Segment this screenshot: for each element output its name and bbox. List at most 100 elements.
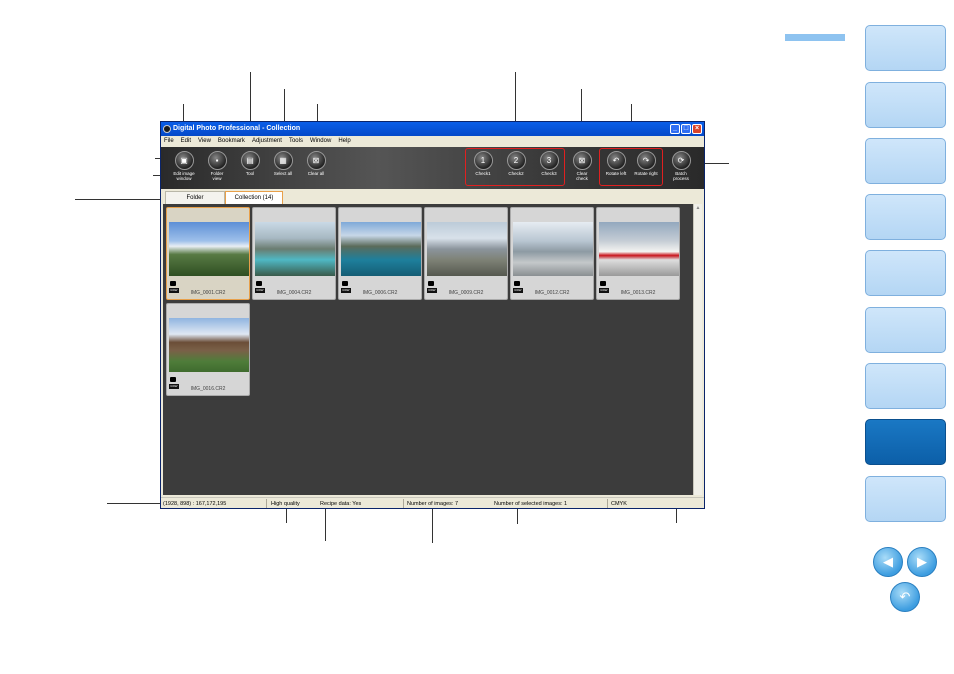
- annotation-line: [286, 507, 287, 523]
- status-num-selected: Number of selected images: 1: [494, 501, 568, 507]
- thumbnail-filename: IMG_0001.CR2: [190, 290, 226, 296]
- clear-all-icon: ⊠: [306, 151, 326, 170]
- thumbnail-filename: IMG_0006.CR2: [362, 290, 398, 296]
- nav-tab-1[interactable]: [865, 25, 946, 71]
- camera-icon: [600, 281, 606, 286]
- nav-tab-2[interactable]: [865, 82, 946, 128]
- status-recipe: Recipe data: Yes: [320, 501, 362, 507]
- batch-process-button[interactable]: ⟳ Batch process: [665, 151, 697, 187]
- next-page-icon[interactable]: ▶: [907, 547, 937, 577]
- camera-icon: [514, 281, 520, 286]
- minimize-button[interactable]: _: [670, 124, 680, 134]
- camera-icon: [428, 281, 434, 286]
- status-num-images: Number of images: 7: [407, 501, 459, 507]
- menu-window[interactable]: Window: [310, 136, 331, 147]
- annotation-line: [432, 507, 433, 543]
- nav-tab-9[interactable]: [865, 476, 946, 522]
- status-bar: (1928, 898) : 167,172,195 High quality R…: [161, 497, 704, 508]
- thumbnail-filename: IMG_0013.CR2: [620, 290, 656, 296]
- vertical-scrollbar[interactable]: ▲: [693, 204, 702, 495]
- thumbnail-filename: IMG_0009.CR2: [448, 290, 484, 296]
- annotation-line: [75, 199, 168, 200]
- rotate-right-button[interactable]: ↷ Rotate right: [630, 151, 662, 187]
- nav-tab-5[interactable]: [865, 250, 946, 296]
- nav-tab-8-active[interactable]: [865, 419, 946, 465]
- check2-button[interactable]: 2 Check2: [500, 151, 532, 187]
- menu-tools[interactable]: Tools: [289, 136, 303, 147]
- batch-process-icon: ⟳: [671, 151, 691, 170]
- check3-button[interactable]: 3 Check3: [533, 151, 565, 187]
- rotate-right-icon: ↷: [636, 151, 656, 170]
- folder-view-icon: ▪: [207, 151, 227, 170]
- tool-palette-icon: ▤: [240, 151, 260, 170]
- title-bar[interactable]: Digital Photo Professional - Collection …: [161, 122, 704, 136]
- check1-icon: 1: [473, 151, 493, 170]
- back-icon[interactable]: ↶: [890, 582, 920, 612]
- annotation-line: [325, 507, 326, 541]
- menu-adjustment[interactable]: Adjustment: [252, 136, 282, 147]
- edit-image-window-button[interactable]: ▣ Edit image window: [168, 151, 200, 187]
- menu-file[interactable]: File: [164, 136, 174, 147]
- menu-edit[interactable]: Edit: [181, 136, 191, 147]
- menu-help[interactable]: Help: [338, 136, 350, 147]
- status-coords: (1928, 898) : 167,172,195: [163, 501, 227, 507]
- tab-bar: Folder Collection (14): [161, 189, 704, 204]
- menu-view[interactable]: View: [198, 136, 211, 147]
- select-all-icon: ▦: [273, 151, 293, 170]
- thumbnail-item[interactable]: RAW IMG_0013.CR2: [596, 207, 680, 300]
- clear-check-icon: ⊠: [572, 151, 592, 170]
- select-all-button[interactable]: ▦ Select all: [267, 151, 299, 187]
- thumbnail-filename: IMG_0016.CR2: [190, 386, 226, 392]
- clear-check-button[interactable]: ⊠ Clear check: [566, 151, 598, 187]
- tool-button[interactable]: ▤ Tool: [234, 151, 266, 187]
- thumbnail-filename: IMG_0012.CR2: [534, 290, 570, 296]
- thumbnail-image: [427, 222, 507, 276]
- app-window: Digital Photo Professional - Collection …: [160, 121, 705, 509]
- toolbar: ▣ Edit image window ▪ Folder view ▤ Tool…: [161, 147, 704, 189]
- status-quality: High quality: [271, 501, 300, 507]
- thumbnail-item[interactable]: RAW IMG_0006.CR2: [338, 207, 422, 300]
- edit-image-window-icon: ▣: [174, 151, 194, 170]
- camera-icon: [342, 281, 348, 286]
- app-icon: [163, 125, 171, 133]
- thumbnail-item[interactable]: RAW IMG_0016.CR2: [166, 303, 250, 396]
- menu-bookmark[interactable]: Bookmark: [218, 136, 245, 147]
- nav-tab-7[interactable]: [865, 363, 946, 409]
- nav-tab-3[interactable]: [865, 138, 946, 184]
- check1-button[interactable]: 1 Check1: [467, 151, 499, 187]
- window-title: Digital Photo Professional - Collection: [173, 125, 301, 132]
- camera-icon: [256, 281, 262, 286]
- tab-folder[interactable]: Folder: [165, 191, 225, 204]
- thumbnail-image: [169, 318, 249, 372]
- tab-collection[interactable]: Collection (14): [225, 191, 283, 204]
- rotate-left-icon: ↶: [606, 151, 626, 170]
- thumbnail-image: [513, 222, 593, 276]
- thumbnail-area: RAW IMG_0001.CR2 RAW IMG_0004.CR2 RAW IM…: [163, 204, 693, 495]
- folder-view-button[interactable]: ▪ Folder view: [201, 151, 233, 187]
- check3-icon: 3: [539, 151, 559, 170]
- maximize-button[interactable]: □: [681, 124, 691, 134]
- rotate-left-button[interactable]: ↶ Rotate left: [600, 151, 632, 187]
- status-color-mode: CMYK: [611, 501, 627, 507]
- camera-icon: [170, 377, 176, 382]
- thumbnail-item[interactable]: RAW IMG_0001.CR2: [166, 207, 250, 300]
- close-button[interactable]: ×: [692, 124, 702, 134]
- annotation-line: [107, 503, 165, 504]
- nav-tab-6[interactable]: [865, 307, 946, 353]
- clear-all-button[interactable]: ⊠ Clear all: [300, 151, 332, 187]
- thumbnail-item[interactable]: RAW IMG_0012.CR2: [510, 207, 594, 300]
- thumbnail-image: [169, 222, 249, 276]
- thumbnail-item[interactable]: RAW IMG_0004.CR2: [252, 207, 336, 300]
- previous-page-icon[interactable]: ◀: [873, 547, 903, 577]
- check2-icon: 2: [506, 151, 526, 170]
- annotation-line: [517, 507, 518, 524]
- thumbnail-image: [255, 222, 335, 276]
- thumbnail-image: [341, 222, 421, 276]
- thumbnail-filename: IMG_0004.CR2: [276, 290, 312, 296]
- nav-tab-4[interactable]: [865, 194, 946, 240]
- section-indicator-bar: [785, 34, 845, 41]
- thumbnail-image: [599, 222, 679, 276]
- menu-bar: File Edit View Bookmark Adjustment Tools…: [161, 136, 704, 147]
- scroll-up-icon[interactable]: ▲: [694, 204, 702, 212]
- thumbnail-item[interactable]: RAW IMG_0009.CR2: [424, 207, 508, 300]
